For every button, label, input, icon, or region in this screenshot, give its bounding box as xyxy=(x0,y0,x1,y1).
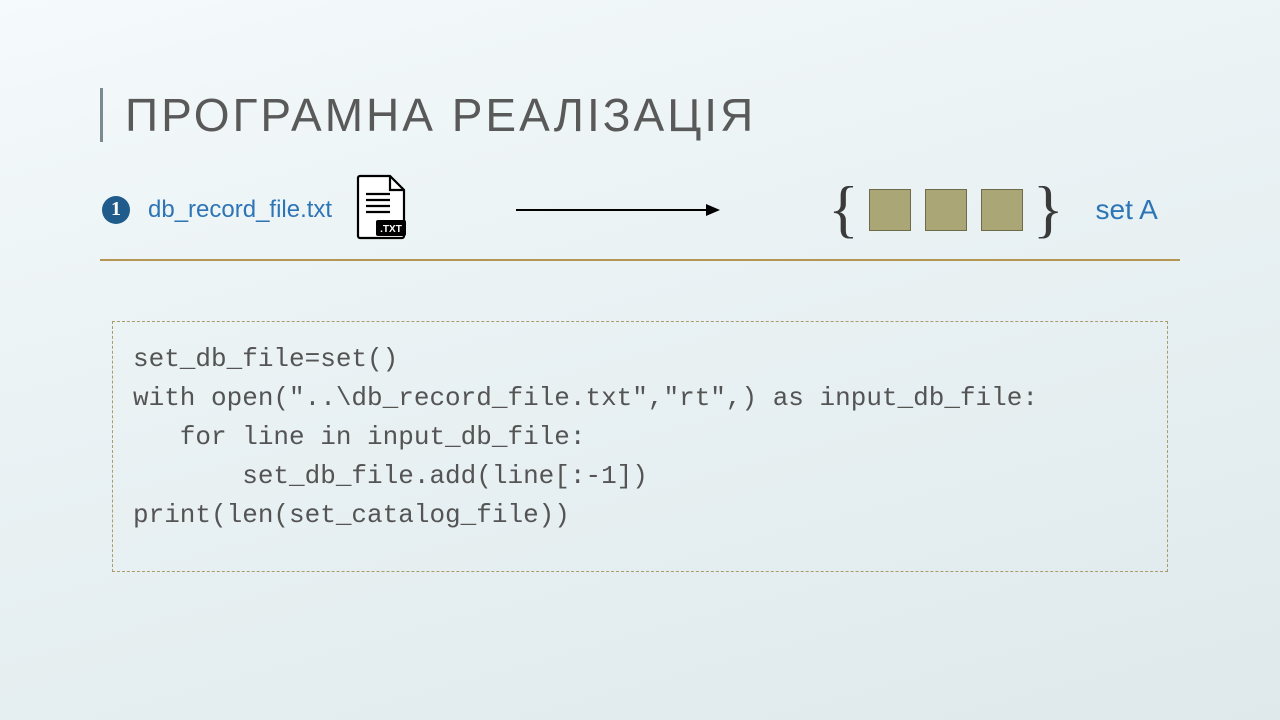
set-element-box xyxy=(869,189,911,231)
arrow-icon xyxy=(516,204,720,216)
set-element-box xyxy=(981,189,1023,231)
slide-title: ПРОГРАМНА РЕАЛІЗАЦІЯ xyxy=(125,88,756,142)
code-block: set_db_file=set() with open("..\db_recor… xyxy=(112,321,1168,572)
title-accent-bar xyxy=(100,88,103,142)
step-number-badge: 1 xyxy=(102,196,130,224)
set-elements xyxy=(869,189,1023,231)
set-label: set A xyxy=(1096,194,1158,226)
left-brace-icon: { xyxy=(828,190,859,228)
txt-file-icon: .TXT xyxy=(354,174,408,245)
slide: ПРОГРАМНА РЕАЛІЗАЦІЯ 1 db_record_file.tx… xyxy=(0,0,1280,720)
diagram-row: 1 db_record_file.txt .TXT { xyxy=(100,174,1180,261)
title-block: ПРОГРАМНА РЕАЛІЗАЦІЯ xyxy=(100,88,1180,142)
set-visual: { } xyxy=(828,189,1063,231)
set-element-box xyxy=(925,189,967,231)
right-brace-icon: } xyxy=(1033,190,1064,228)
filename-label: db_record_file.txt xyxy=(148,196,332,224)
file-ext-text: .TXT xyxy=(380,224,402,235)
